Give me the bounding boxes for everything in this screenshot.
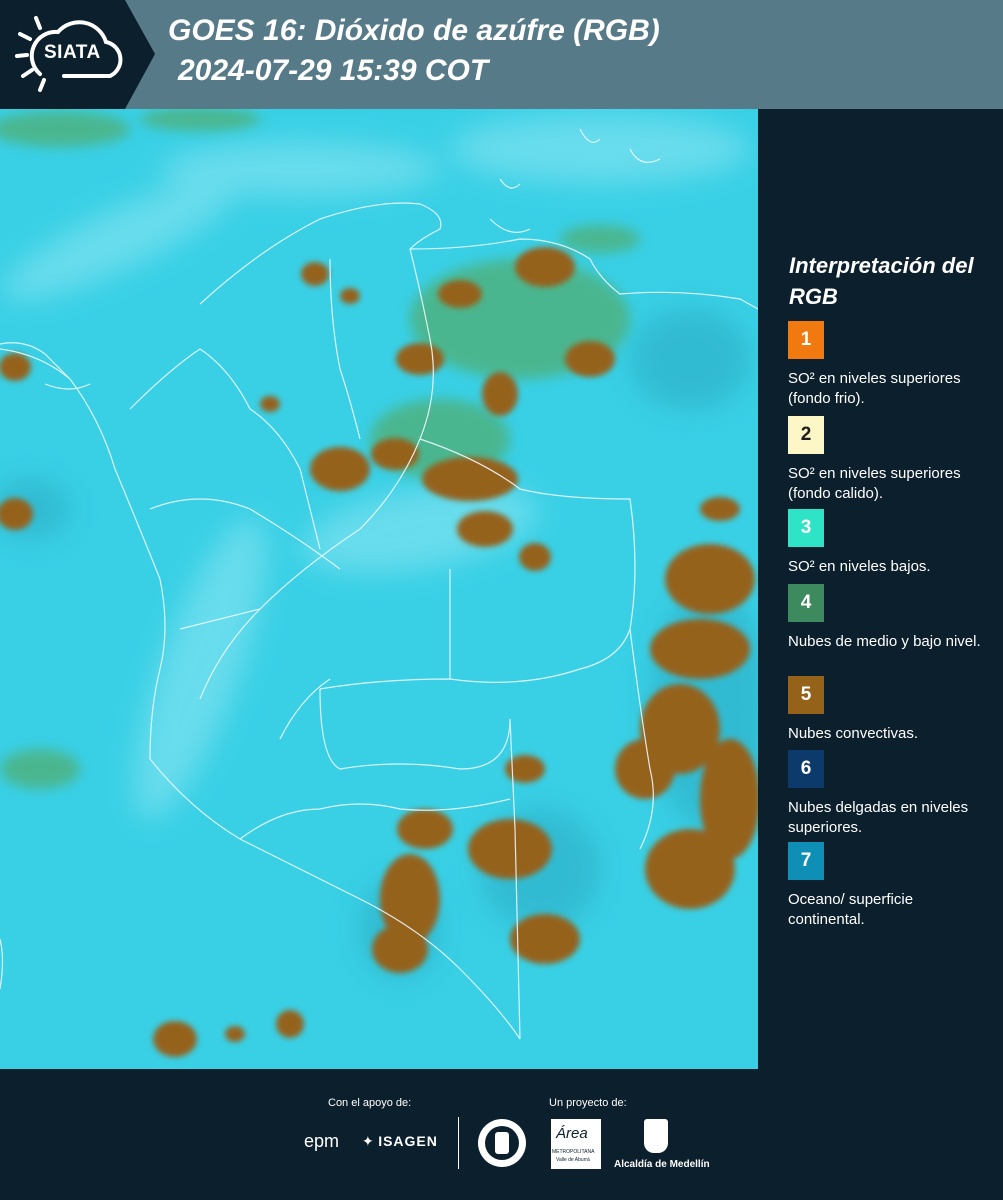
support-label: Con el apoyo de:	[328, 1097, 412, 1109]
legend-label: Nubes convectivas.	[788, 725, 919, 742]
legend-item-4: 4 Nubes de medio y bajo nivel.	[788, 584, 993, 652]
legend-swatch: 1	[788, 321, 824, 359]
legend-label: SO² en niveles superiores (fondo frio).	[788, 370, 961, 407]
legend-swatch: 6	[788, 750, 824, 788]
area-line1-text: METROPOLITANA	[552, 1149, 595, 1155]
epm-logo: epm	[304, 1131, 340, 1151]
legend-item-3: 3 SO² en niveles bajos.	[788, 509, 993, 577]
legend-label: Oceano/ superficie continental.	[788, 891, 914, 928]
page-timestamp: 2024-07-29 15:39 COT	[178, 54, 489, 87]
legend-item-1: 1 SO² en niveles superiores (fondo frio)…	[788, 321, 993, 409]
project-label: Un proyecto de:	[549, 1097, 627, 1109]
area-script-text: Área	[556, 1125, 588, 1142]
footer: Con el apoyo de: Un proyecto de: epm ✦ I…	[0, 1069, 1003, 1200]
header-bar: SIATA GOES 16: Dióxido de azúfre (RGB) 2…	[0, 0, 1003, 109]
page-title: GOES 16: Dióxido de azúfre (RGB)	[168, 14, 660, 47]
legend-swatch: 4	[788, 584, 824, 622]
legend-title: Interpretación del RGB	[789, 253, 974, 309]
satellite-map[interactable]	[0, 109, 758, 1069]
siata-logo: SIATA	[0, 0, 155, 109]
legend-swatch: 5	[788, 676, 824, 714]
rgb-satellite-image	[0, 109, 758, 1069]
logo-text: SIATA	[44, 42, 101, 63]
legend-label: Nubes de medio y bajo nivel.	[788, 633, 981, 650]
legend-item-6: 6 Nubes delgadas en niveles superiores.	[788, 750, 993, 838]
isagen-text: ISAGEN	[378, 1133, 438, 1149]
alcaldia-text: Alcaldía de Medellín	[614, 1159, 710, 1170]
isagen-logo: ✦ ISAGEN	[362, 1133, 438, 1151]
legend-item-2: 2 SO² en niveles superiores (fondo calid…	[788, 416, 993, 504]
legend-label: SO² en niveles superiores (fondo calido)…	[788, 465, 961, 502]
area-line2-text: Valle de Aburrá	[556, 1157, 590, 1163]
legend-swatch: 2	[788, 416, 824, 454]
medellin-seal-icon	[478, 1119, 526, 1167]
area-metropolitana-logo: Área METROPOLITANA Valle de Aburrá	[551, 1119, 601, 1169]
isagen-mark-icon: ✦	[362, 1133, 374, 1149]
legend-panel: Interpretación del RGB 1 SO² en niveles …	[758, 109, 1003, 1069]
legend-swatch: 7	[788, 842, 824, 880]
footer-divider	[458, 1117, 459, 1169]
legend-label: Nubes delgadas en niveles superiores.	[788, 799, 969, 836]
alcaldia-crest-icon	[644, 1119, 668, 1153]
legend-label: SO² en niveles bajos.	[788, 558, 931, 575]
legend-item-7: 7 Oceano/ superficie continental.	[788, 842, 993, 930]
legend-item-5: 5 Nubes convectivas.	[788, 676, 993, 744]
legend-swatch: 3	[788, 509, 824, 547]
